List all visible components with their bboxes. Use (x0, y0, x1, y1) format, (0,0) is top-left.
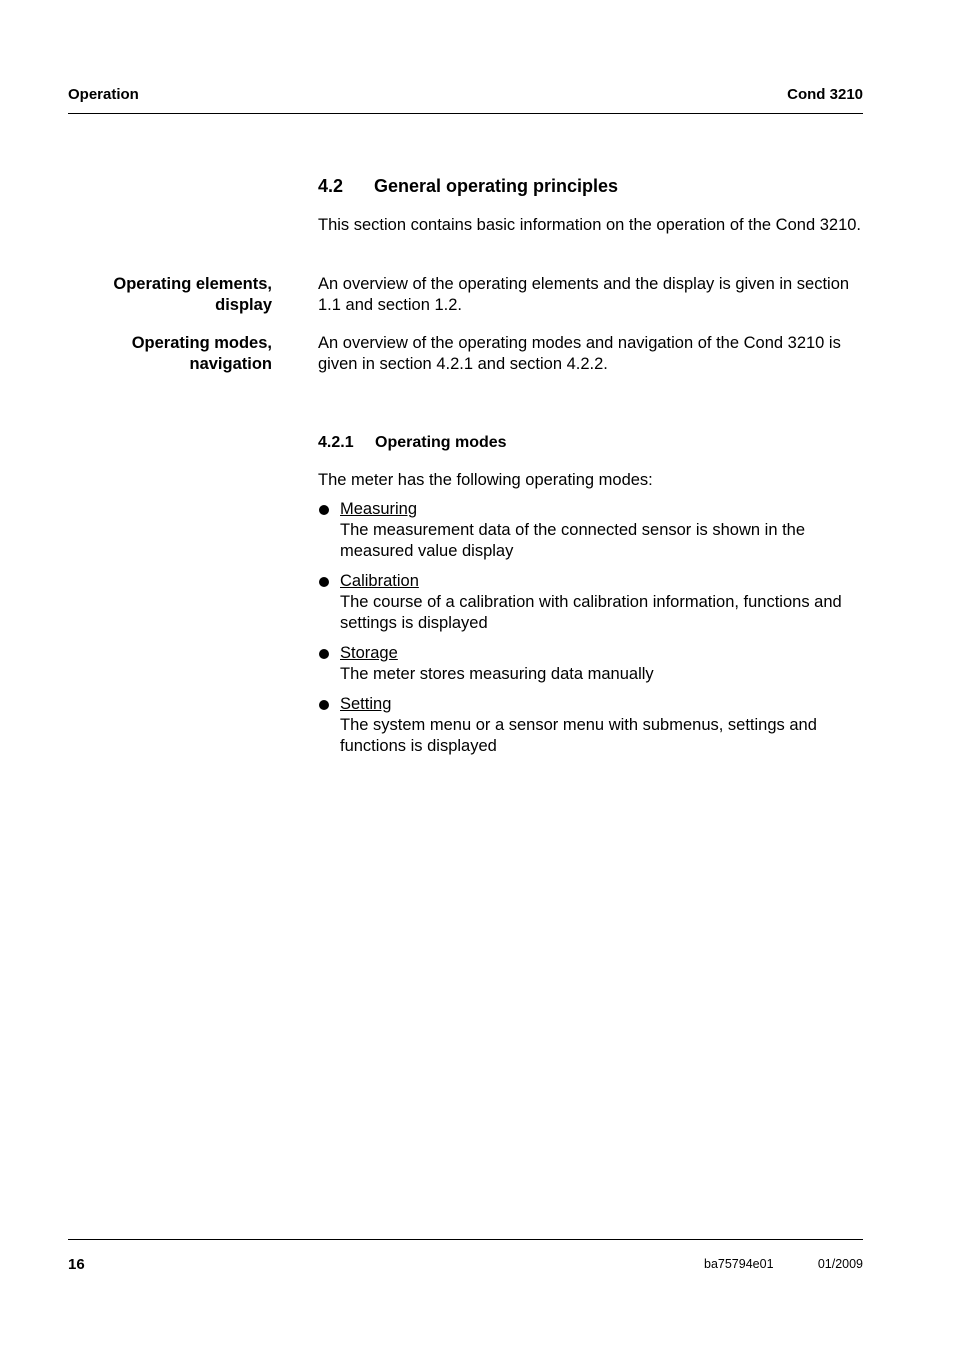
header-divider (68, 113, 863, 114)
subsection-title: Operating modes (375, 434, 507, 451)
section-heading: 4.2 General operating principles (318, 176, 618, 197)
margin-note-text: An overview of the operating elements an… (318, 275, 850, 314)
section-title: General operating principles (374, 176, 619, 196)
bullet-icon (319, 700, 329, 710)
margin-note-label: Operating elements, display (113, 275, 272, 314)
mode-title: Measuring (340, 500, 418, 518)
footer-divider (68, 1239, 863, 1240)
page-number: 16 (68, 1256, 85, 1273)
mode-description: The system menu or a sensor menu with su… (340, 716, 817, 755)
mode-title: Calibration (340, 572, 419, 590)
margin-note-label: Operating modes, navigation (131, 334, 272, 373)
mode-description: The measurement data of the connected se… (340, 521, 806, 560)
operating-modes-list: Measuring The measurement data of the co… (318, 499, 863, 757)
mode-title: Setting (340, 695, 392, 713)
subsection-number: 4.2.1 (318, 434, 354, 451)
running-header-chapter: Operation (68, 86, 139, 103)
bullet-icon (319, 649, 329, 659)
list-item: Storage The meter stores measuring data … (318, 643, 863, 685)
list-item: Setting The system menu or a sensor menu… (318, 694, 863, 757)
bullet-icon (319, 577, 329, 587)
list-item: Calibration The course of a calibration … (318, 571, 863, 634)
margin-note-text: An overview of the operating modes and n… (318, 334, 841, 373)
running-header-product: Cond 3210 (787, 86, 863, 103)
section-number: 4.2 (318, 176, 344, 196)
mode-title: Storage (340, 644, 398, 662)
mode-description: The meter stores measuring data manually (340, 665, 654, 683)
section-intro: This section contains basic information … (318, 216, 862, 234)
bullet-icon (319, 505, 329, 515)
document-date: 01/2009 (817, 1257, 863, 1271)
subsection-intro: The meter has the following operating mo… (318, 471, 653, 489)
document-id: ba75794e01 (704, 1257, 774, 1271)
mode-description: The course of a calibration with calibra… (340, 593, 842, 632)
list-item: Measuring The measurement data of the co… (318, 499, 863, 562)
subsection-heading: 4.2.1 Operating modes (318, 434, 507, 452)
